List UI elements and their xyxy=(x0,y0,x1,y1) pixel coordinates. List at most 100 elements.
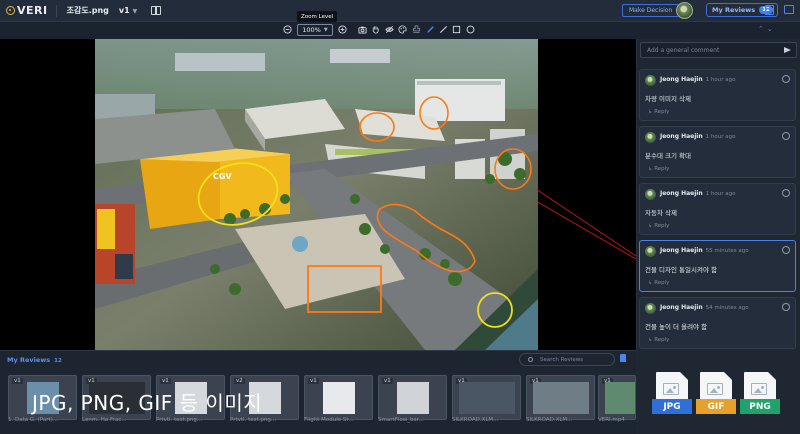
general-comment-placeholder: Add a general comment xyxy=(647,46,720,54)
panel-collapse-controls[interactable]: ⌃⌄ xyxy=(758,25,776,33)
thumbnail-label: Prtvtl. test.png... xyxy=(156,417,203,423)
review-thumbnail[interactable]: v1 xyxy=(452,375,521,420)
avatar xyxy=(645,132,656,143)
reply-arrow-icon: ↳ xyxy=(648,166,653,172)
reply-arrow-icon: ↳ xyxy=(648,223,653,229)
resolve-check-icon[interactable] xyxy=(782,189,790,197)
my-reviews-heading[interactable]: My Reviews 12 xyxy=(7,356,62,364)
comment-author: Jeong Haejin 54 minutes ago xyxy=(660,304,749,311)
rectangle-icon[interactable] xyxy=(452,25,461,34)
app-logo[interactable]: VERI xyxy=(6,4,48,17)
resolve-check-icon[interactable] xyxy=(782,75,790,83)
version-tag: v1 xyxy=(308,378,319,384)
send-icon[interactable] xyxy=(784,47,791,53)
thumbnail-label: Flight Module St... xyxy=(304,417,354,423)
file-type-label: PNG xyxy=(740,399,780,414)
image-canvas[interactable]: CGV xyxy=(0,39,636,350)
line-icon[interactable] xyxy=(439,25,448,34)
pin-icon[interactable] xyxy=(620,354,626,362)
circle-icon[interactable] xyxy=(466,25,475,34)
thumbnail-label: VERI.mp4 xyxy=(598,417,625,423)
reply-button[interactable]: ↳ Reply xyxy=(648,280,669,286)
cgv-sign: CGV xyxy=(213,172,232,181)
eye-off-icon[interactable] xyxy=(385,25,394,34)
thumbnail-label: 1. Data G. (Part)... xyxy=(8,417,59,423)
divider xyxy=(55,4,57,17)
jpg-file-icon: JPG xyxy=(652,372,692,418)
chevron-up-icon[interactable]: ⌃ xyxy=(758,25,767,33)
my-reviews-heading-label: My Reviews xyxy=(7,356,51,364)
general-comment-input[interactable]: Add a general comment xyxy=(640,42,797,58)
review-thumbnail[interactable]: v1 xyxy=(304,375,373,420)
resolve-check-icon[interactable] xyxy=(782,303,790,311)
review-thumbnail[interactable]: v1 xyxy=(378,375,447,420)
zoom-out-icon[interactable] xyxy=(283,25,292,34)
zoom-level-select[interactable]: 100% ▼ xyxy=(297,24,333,36)
avatar xyxy=(645,303,656,314)
version-selector[interactable]: v1 ▼ xyxy=(119,6,137,15)
file-name: 조감도.png xyxy=(66,6,109,15)
reply-label: Reply xyxy=(654,109,670,115)
chevron-down-icon: ▼ xyxy=(323,27,328,33)
hand-icon[interactable] xyxy=(371,25,380,34)
reply-button[interactable]: ↳ Reply xyxy=(648,109,669,115)
comment-author: Jeong Haejin 1 hour ago xyxy=(660,190,735,197)
chat-icon[interactable] xyxy=(784,5,794,14)
thumbnail-label: Prtvtl. test.png... xyxy=(230,417,277,423)
zoom-level-tooltip: Zoom Level xyxy=(297,11,338,22)
comment-card[interactable]: Jeong Haejin 1 hour ago 차량 이미지 삭제 ↳ Reply xyxy=(639,69,796,121)
comment-card[interactable]: Jeong Haejin 1 hour ago 자동차 삭제 ↳ Reply xyxy=(639,183,796,235)
author-name: Jeong Haejin xyxy=(660,76,703,83)
chevron-down-icon: ▼ xyxy=(132,8,138,15)
thumbnail-label: SILKROAD.XLM... xyxy=(452,417,499,423)
avatar xyxy=(645,246,656,257)
resolve-check-icon[interactable] xyxy=(782,132,790,140)
make-decision-button[interactable]: Make Decision xyxy=(622,4,680,17)
version-tag: v2 xyxy=(234,378,245,384)
comment-text: 분수대 크기 확대 xyxy=(645,152,691,160)
thumbnail-image xyxy=(605,382,635,414)
png-file-icon: PNG xyxy=(740,372,780,418)
zoom-in-icon[interactable] xyxy=(338,25,347,34)
review-thumbnail[interactable]: v1 xyxy=(598,375,636,420)
comment-card[interactable]: Jeong Haejin 54 minutes ago 건물 높이 더 올려야 함… xyxy=(639,297,796,349)
reply-button[interactable]: ↳ Reply xyxy=(648,166,669,172)
comment-author: Jeong Haejin 55 minutes ago xyxy=(660,247,749,254)
camera-icon[interactable] xyxy=(358,25,367,34)
reply-label: Reply xyxy=(654,166,670,172)
image-icon xyxy=(707,383,723,395)
zoom-value: 100% xyxy=(302,26,321,34)
calendar-icon[interactable] xyxy=(765,5,774,15)
comment-connector-line xyxy=(535,189,636,260)
file-type-label: GIF xyxy=(696,399,736,414)
author-name: Jeong Haejin xyxy=(660,133,703,140)
comment-text: 건물 높이 더 올려야 함 xyxy=(645,323,708,331)
comment-card[interactable]: Jeong Haejin 1 hour ago 분수대 크기 확대 ↳ Reply xyxy=(639,126,796,178)
pen-icon[interactable] xyxy=(426,25,435,34)
comment-card-active[interactable]: Jeong Haejin 55 minutes ago 건물 디자인 통일시켜야 … xyxy=(639,240,796,292)
version-tag: v1 xyxy=(12,378,23,384)
panel-toggle-icon[interactable] xyxy=(151,6,162,15)
author-name: Jeong Haejin xyxy=(660,247,703,254)
file-type-badges: JPG GIF PNG xyxy=(636,351,800,434)
aerial-view-image[interactable]: CGV xyxy=(95,39,538,350)
reply-arrow-icon: ↳ xyxy=(648,109,653,115)
thumbnail-image xyxy=(459,382,515,414)
version-tag: v1 xyxy=(160,378,171,384)
comment-author: Jeong Haejin 1 hour ago xyxy=(660,133,735,140)
search-icon xyxy=(528,357,533,362)
comment-text: 건물 디자인 통일시켜야 함 xyxy=(645,266,717,274)
resolve-check-icon[interactable] xyxy=(782,246,790,254)
review-thumbnail[interactable]: v1 xyxy=(526,375,595,420)
app-root: VERI 조감도.png v1 ▼ Make Decision My Review… xyxy=(0,0,800,434)
author-name: Jeong Haejin xyxy=(660,304,703,311)
reply-button[interactable]: ↳ Reply xyxy=(648,337,669,343)
chevron-down-icon[interactable]: ⌄ xyxy=(767,25,776,33)
stamp-icon[interactable] xyxy=(412,25,421,34)
version-label: v1 xyxy=(118,6,130,15)
palette-icon[interactable] xyxy=(398,25,407,34)
version-tag: v1 xyxy=(382,378,393,384)
avatar[interactable] xyxy=(676,2,693,19)
search-reviews-input[interactable]: Search Reviews xyxy=(519,353,615,366)
reply-button[interactable]: ↳ Reply xyxy=(648,223,669,229)
